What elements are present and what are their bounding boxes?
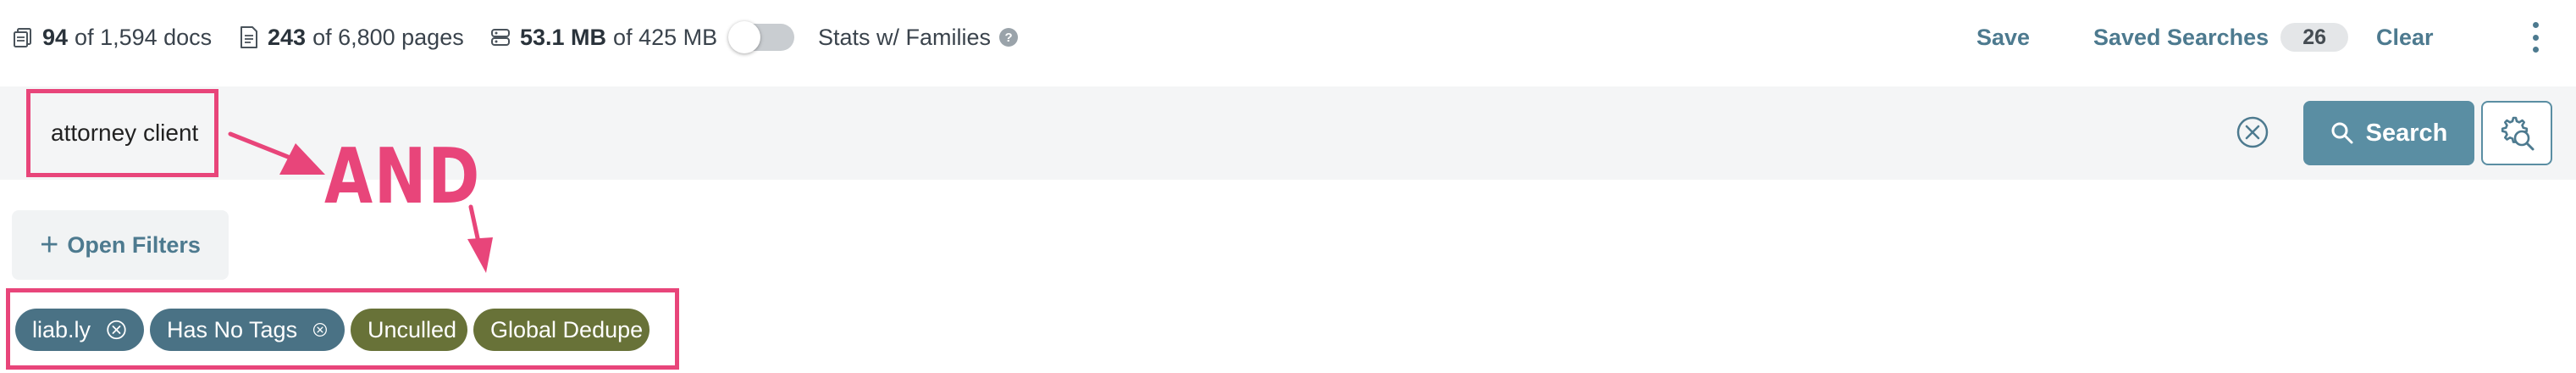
- arrow-to-and-icon: [228, 131, 325, 175]
- annotation-arrows: [228, 131, 493, 273]
- arrow-to-chips-icon: [467, 204, 493, 273]
